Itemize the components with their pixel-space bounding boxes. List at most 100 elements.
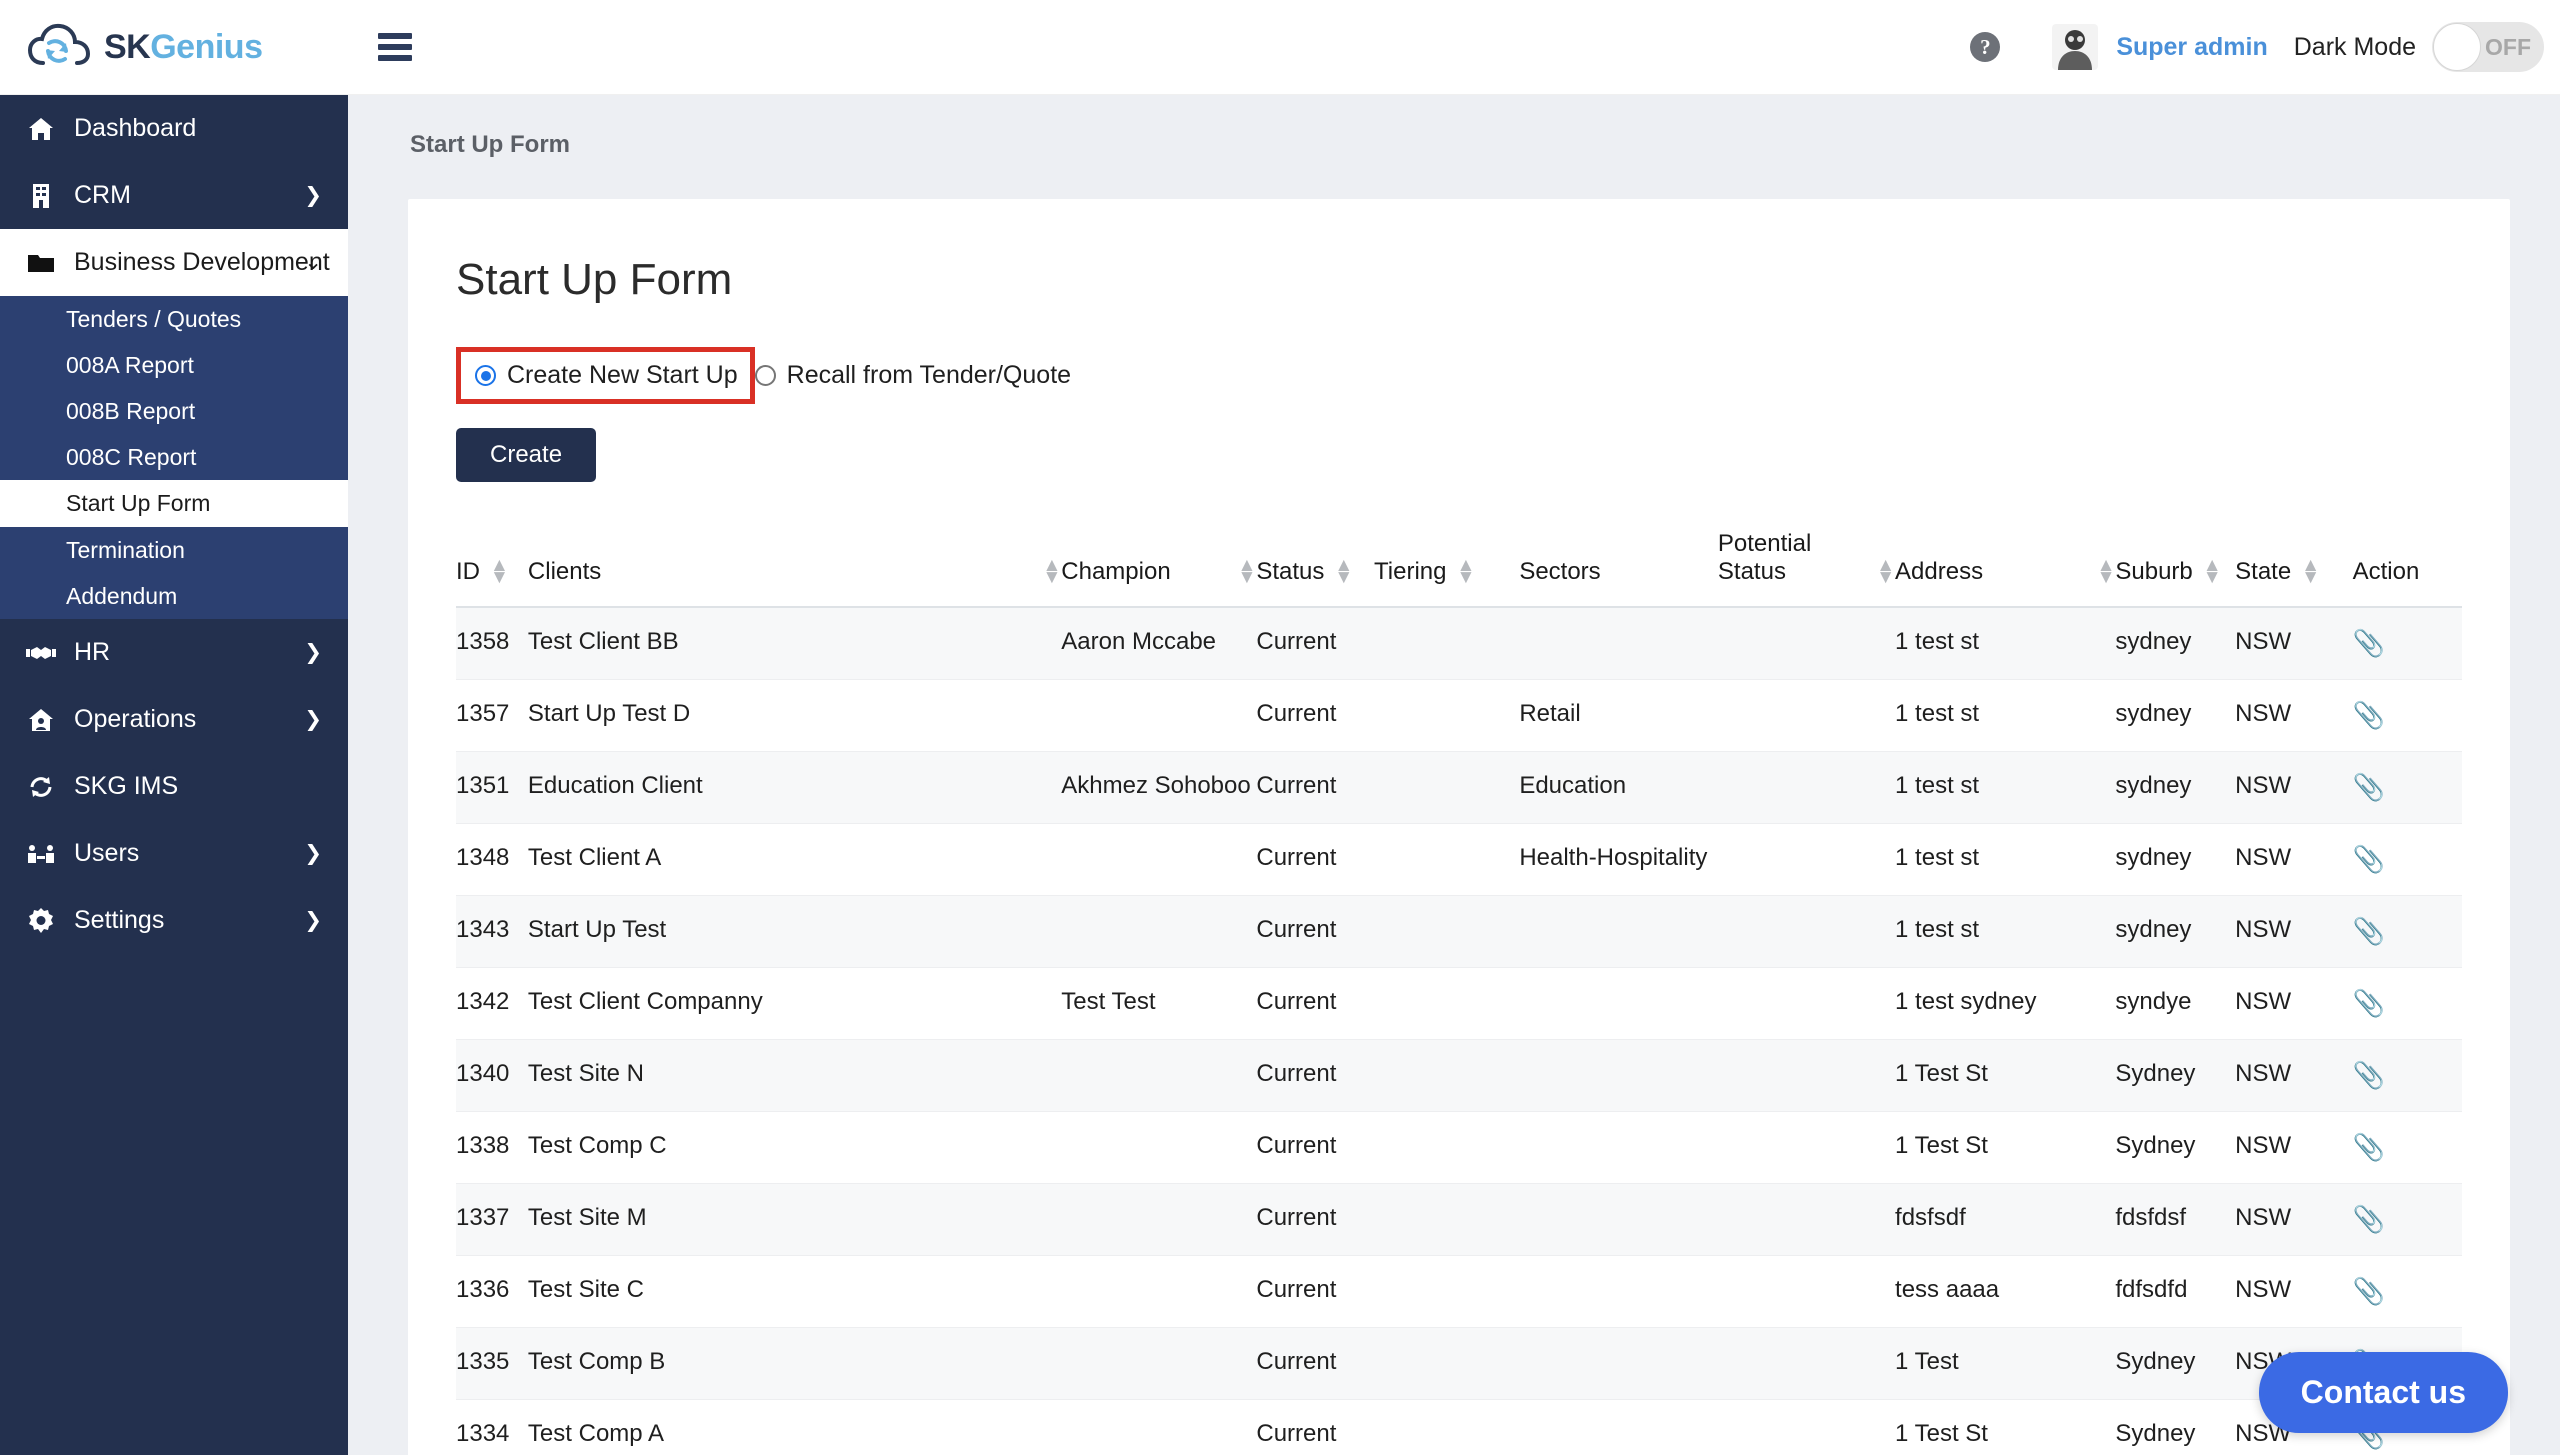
cell-address: fdsfsdf — [1895, 1183, 2116, 1256]
table-row[interactable]: 1342 Test Client Companny Test Test Current… — [456, 967, 2462, 1040]
table-row[interactable]: 1351 Education Client Akhmez Sohoboo Curren… — [456, 751, 2462, 824]
table-row[interactable]: 1357 Start Up Test D Current Retail 1 test s… — [456, 679, 2462, 752]
sidebar-item-settings[interactable]: Settings ❯ — [0, 887, 348, 954]
sidebar-item-label: SKG IMS — [74, 772, 179, 800]
sidebar-item-business-development[interactable]: Business Development ⌄ — [0, 229, 348, 296]
paperclip-icon[interactable]: 📎 — [2353, 916, 2385, 946]
cell-potential_status — [1717, 1399, 1896, 1455]
sidebar-subitem-start-up-form[interactable]: Start Up Form — [0, 480, 348, 527]
paperclip-icon[interactable]: 📎 — [2353, 628, 2385, 658]
cell-id: 1340 — [456, 1039, 528, 1112]
cell-action: 📎 — [2352, 1111, 2462, 1184]
chevron-right-icon: ❯ — [304, 842, 322, 865]
cell-state: NSW — [2235, 751, 2353, 824]
column-header-potential-status[interactable]: Potential Status ▲ ▼ — [1717, 530, 1896, 608]
sort-updown-icon[interactable]: ▲ ▼ — [490, 557, 509, 587]
sort-updown-icon[interactable]: ▲ ▼ — [1042, 557, 1061, 587]
radio-button-selected-icon[interactable] — [475, 365, 496, 386]
table-row[interactable]: 1336 Test Site C Current tess aaaa fdfsdfd NS… — [456, 1255, 2462, 1328]
start-up-form-card: Start Up Form Create New Start Up Recall… — [408, 199, 2510, 1455]
column-header-suburb[interactable]: Suburb ▲ ▼ — [2115, 530, 2236, 608]
column-label: State — [2235, 558, 2292, 585]
column-header-clients[interactable]: Clients ▲ ▼ — [527, 530, 1062, 608]
cell-tiering — [1374, 1399, 1520, 1455]
radio-recall-from-tender-quote[interactable]: Recall from Tender/Quote — [754, 361, 1071, 390]
cell-sector — [1519, 1327, 1718, 1400]
cell-client: Start Up Test D — [527, 679, 1062, 752]
column-header-address[interactable]: Address ▲ ▼ — [1895, 530, 2116, 608]
table-row[interactable]: 1338 Test Comp C Current 1 Test St Sydney NSW… — [456, 1111, 2462, 1184]
table-row[interactable]: 1348 Test Client A Current Health-Hospitali… — [456, 823, 2462, 896]
sort-updown-icon[interactable]: ▲ ▼ — [1238, 557, 1257, 587]
sidebar-item-dashboard[interactable]: Dashboard — [0, 95, 348, 162]
dark-mode-toggle[interactable]: OFF — [2432, 22, 2544, 72]
cell-client: Test Comp C — [527, 1111, 1062, 1184]
avatar[interactable] — [2052, 24, 2099, 70]
paperclip-icon[interactable]: 📎 — [2353, 1204, 2385, 1234]
table-row[interactable]: 1340 Test Site N Current 1 Test St Sydney NSW… — [456, 1039, 2462, 1112]
sidebar-item-crm[interactable]: CRM ❯ — [0, 162, 348, 229]
column-header-sectors[interactable]: Sectors — [1519, 530, 1718, 608]
table-row[interactable]: 1335Test Comp BCurrent1 TestSydneyNSW📎 — [456, 1327, 2462, 1400]
sort-updown-icon[interactable]: ▲ ▼ — [1456, 557, 1475, 587]
cell-client: Test Site N — [527, 1039, 1062, 1112]
cloud-sync-logo-icon — [28, 23, 90, 65]
cell-tiering — [1374, 1183, 1520, 1256]
create-button[interactable]: Create — [456, 428, 597, 482]
sidebar-item-hr[interactable]: HR ❯ — [0, 619, 348, 686]
sidebar-subitem-008b-report[interactable]: 008B Report — [0, 388, 348, 434]
cell-tiering — [1374, 823, 1520, 896]
sidebar-subitem-label: Termination — [66, 536, 185, 563]
paperclip-icon[interactable]: 📎 — [2353, 844, 2385, 874]
sort-updown-icon[interactable]: ▲ ▼ — [2301, 557, 2320, 587]
table-row[interactable]: 1334 Test Comp A Current 1 Test St Sydney NSW… — [456, 1399, 2462, 1455]
sort-updown-icon[interactable]: ▲ ▼ — [1876, 557, 1895, 587]
sidebar-subitem-008a-report[interactable]: 008A Report — [0, 342, 348, 388]
sidebar-item-label: Operations — [74, 705, 197, 733]
table-row[interactable]: 1343 Start Up Test Current 1 test st sydney N… — [456, 895, 2462, 968]
sidebar-item-label: Dashboard — [74, 114, 197, 142]
sidebar-item-users[interactable]: Users ❯ — [0, 820, 348, 887]
paperclip-icon[interactable]: 📎 — [2353, 1060, 2385, 1090]
sort-updown-icon[interactable]: ▲ ▼ — [2097, 557, 2116, 587]
table-header: ID ▲ ▼ Clients ▲ ▼ Champion ▲ ▼ Status ▲ ▼ Tieri… — [456, 530, 2462, 608]
column-header-tiering[interactable]: Tiering ▲ ▼ — [1374, 530, 1520, 608]
hamburger-menu-icon[interactable] — [378, 33, 412, 61]
main-content: Start Up Form Start Up Form Create New S… — [348, 95, 2560, 1455]
cell-suburb: fdfsdfd — [2115, 1255, 2236, 1328]
table-row[interactable]: 1337 Test Site M Current fdsfsdf fdsfdsf NSW 📎 — [456, 1183, 2462, 1256]
paperclip-icon[interactable]: 📎 — [2353, 988, 2385, 1018]
sidebar-subitem-label: 008C Report — [66, 443, 197, 470]
paperclip-icon[interactable]: 📎 — [2353, 700, 2385, 730]
sidebar-subitem-008c-report[interactable]: 008C Report — [0, 434, 348, 480]
cell-id: 1342 — [456, 967, 528, 1040]
column-header-status[interactable]: Status ▲ ▼ — [1256, 530, 1375, 608]
table-row[interactable]: 1358 Test Client BB Aaron Mccabe Current 1 t… — [456, 607, 2462, 680]
column-header-state[interactable]: State ▲ ▼ — [2235, 530, 2353, 608]
start-up-forms-table: ID ▲ ▼ Clients ▲ ▼ Champion ▲ ▼ Status ▲ ▼ Tieri… — [456, 530, 2462, 1455]
avatar-photo-icon — [2052, 24, 2099, 70]
column-label: Action — [2352, 558, 2420, 585]
cell-state: NSW — [2235, 679, 2353, 752]
sidebar-item-operations[interactable]: Operations ❯ — [0, 686, 348, 753]
column-header-champion[interactable]: Champion ▲ ▼ — [1061, 530, 1257, 608]
cell-suburb: syndye — [2115, 967, 2236, 1040]
sidebar-subitem-tenders-quotes[interactable]: Tenders / Quotes — [0, 296, 348, 342]
column-header-action: Action — [2352, 530, 2462, 608]
paperclip-icon[interactable]: 📎 — [2353, 1132, 2385, 1162]
contact-us-button[interactable]: Contact us — [2258, 1352, 2508, 1433]
sidebar-subitem-termination[interactable]: Termination — [0, 527, 348, 573]
column-header-id[interactable]: ID ▲ ▼ — [456, 530, 528, 608]
help-icon[interactable]: ? — [1970, 32, 2001, 62]
radio-button-unselected-icon[interactable] — [754, 365, 776, 386]
sidebar-subitem-addendum[interactable]: Addendum — [0, 573, 348, 619]
radio-create-new-start-up[interactable]: Create New Start Up — [475, 361, 738, 390]
sidebar-item-skg-ims[interactable]: SKG IMS — [0, 753, 348, 820]
brand-logo-area[interactable]: SKGenius — [0, 0, 348, 95]
sort-updown-icon[interactable]: ▲ ▼ — [2203, 557, 2222, 587]
sort-updown-icon[interactable]: ▲ ▼ — [1334, 557, 1353, 587]
username-label[interactable]: Super admin — [2116, 33, 2267, 62]
cell-state: NSW — [2235, 1183, 2353, 1256]
paperclip-icon[interactable]: 📎 — [2353, 772, 2385, 802]
paperclip-icon[interactable]: 📎 — [2353, 1276, 2385, 1306]
